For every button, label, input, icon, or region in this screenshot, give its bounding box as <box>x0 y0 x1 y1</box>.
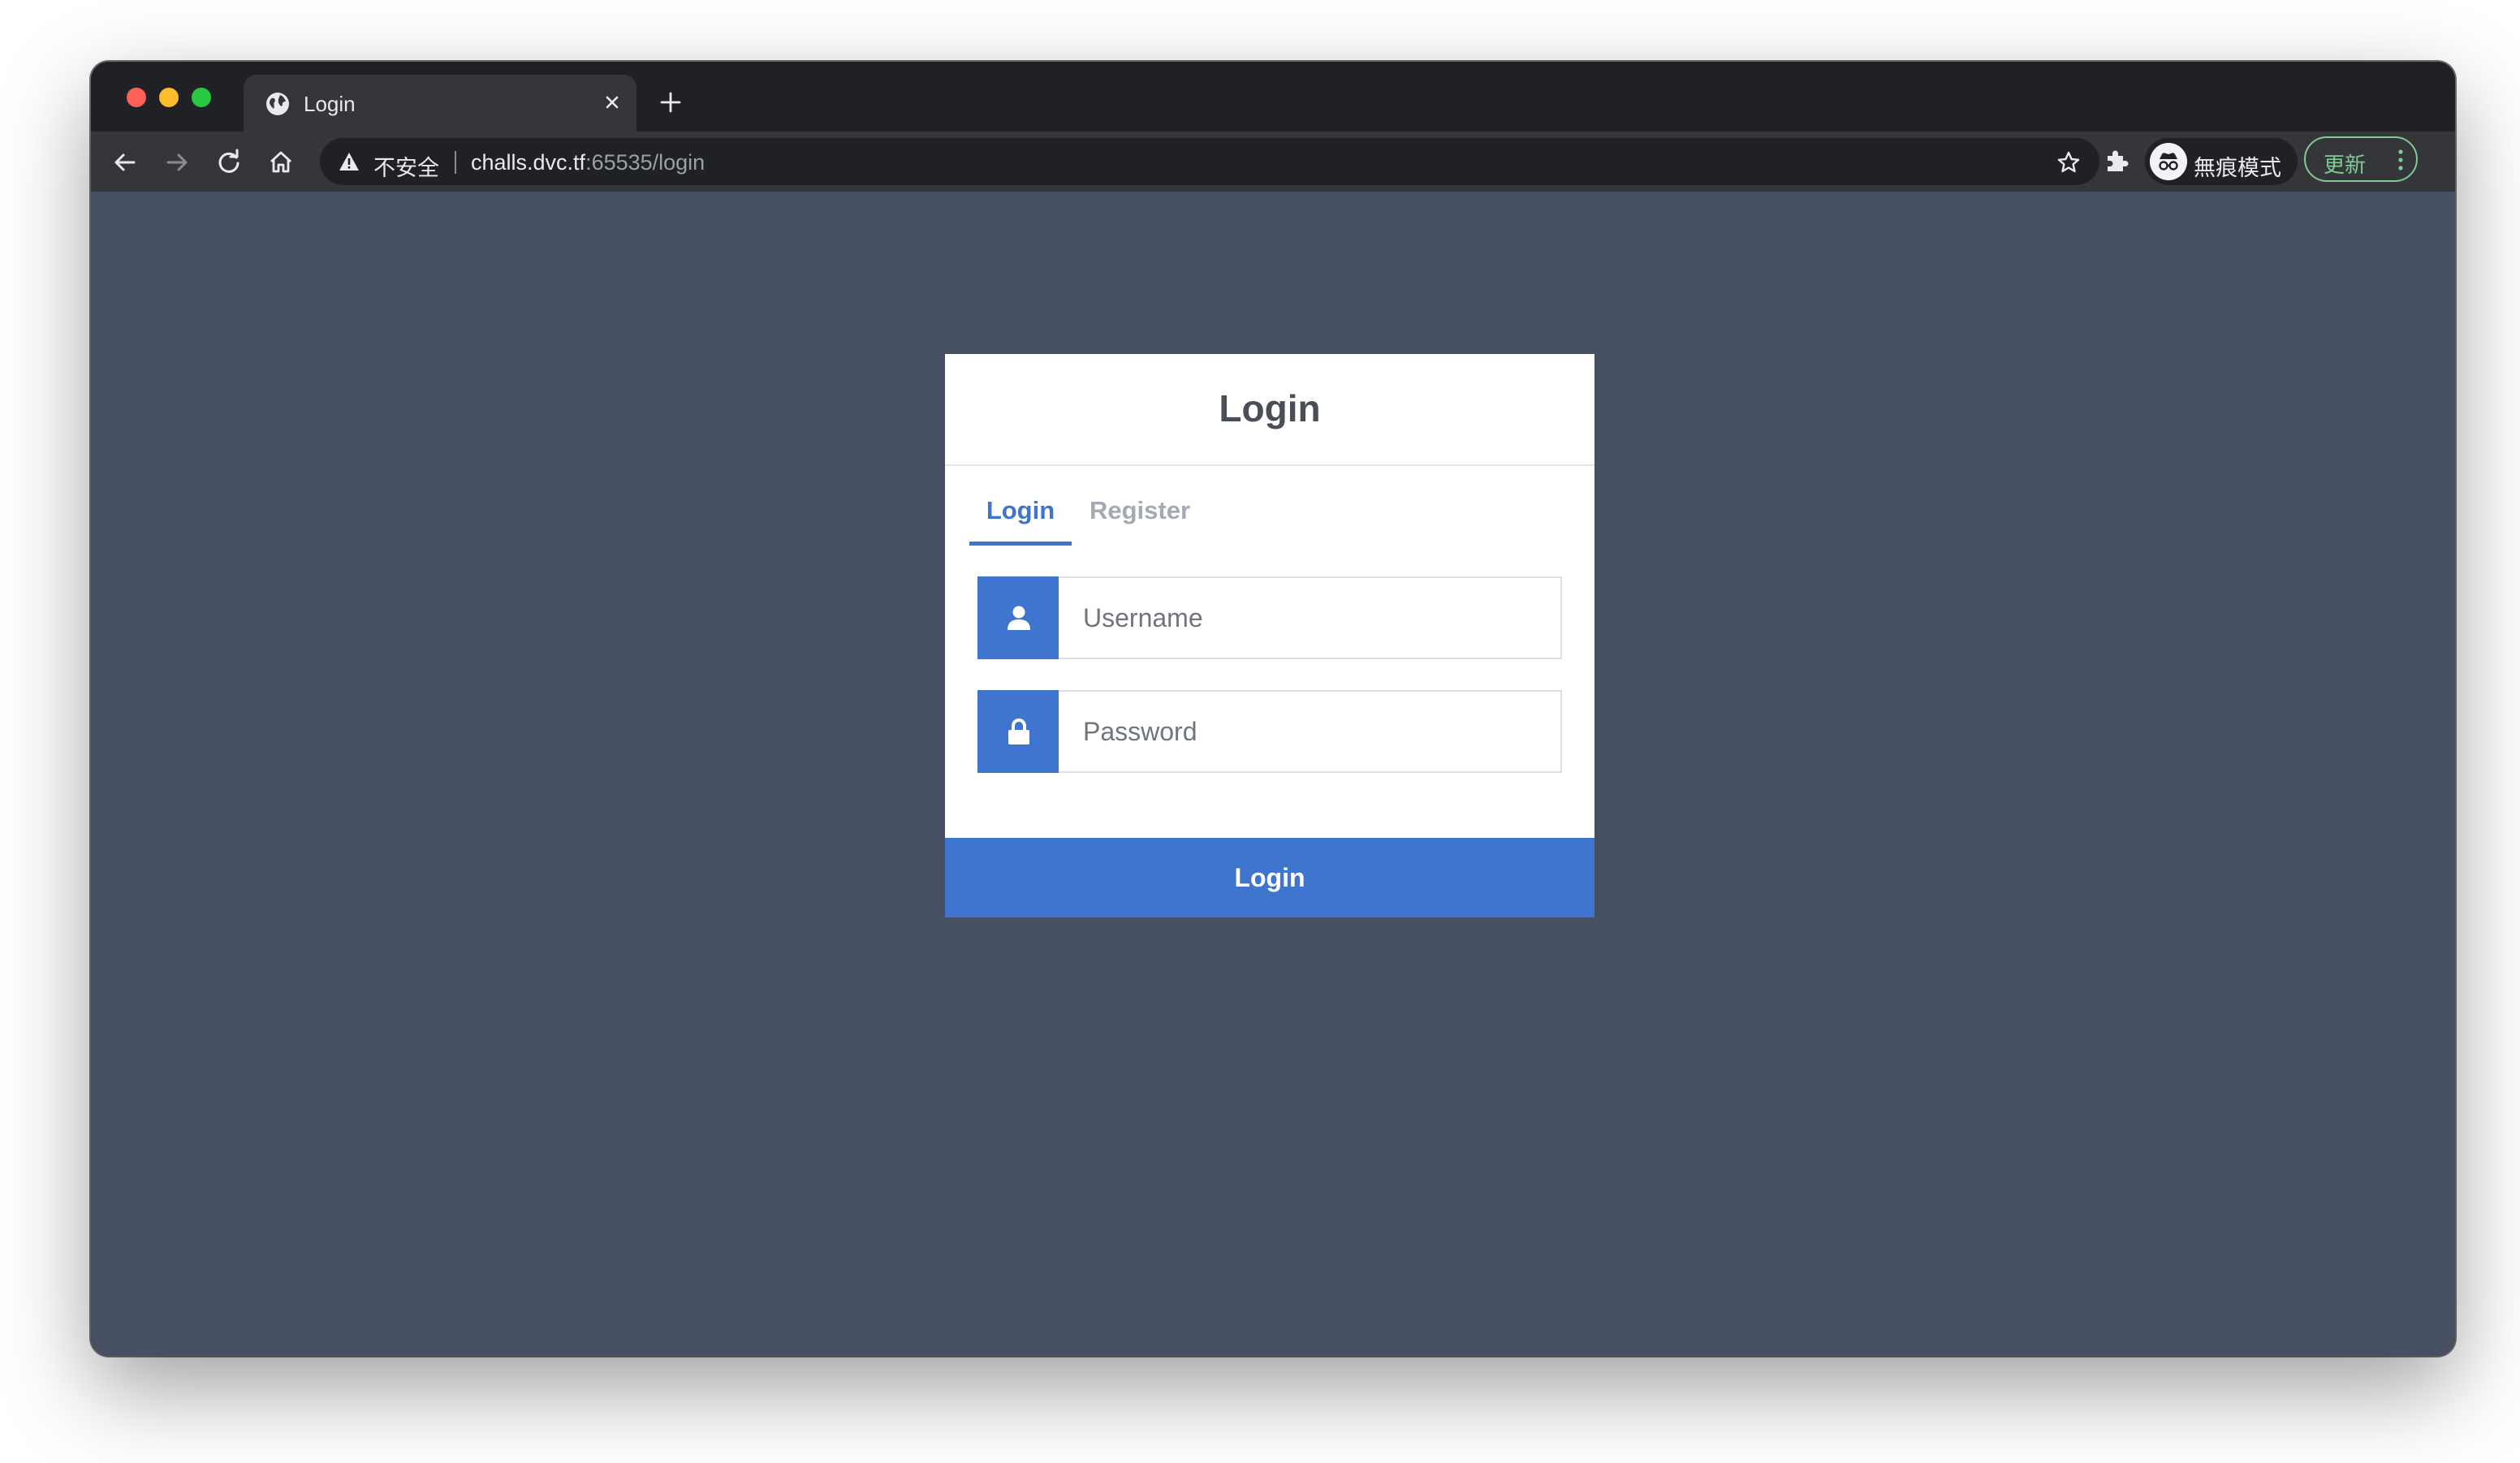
url-text[interactable]: challs.dvc.tf:65535/login <box>471 150 705 175</box>
back-icon[interactable] <box>109 146 141 179</box>
security-label[interactable]: 不安全 <box>373 150 439 182</box>
tab-login-label: Login <box>986 496 1055 524</box>
tab-register[interactable]: Register <box>1083 492 1197 546</box>
lock-icon <box>977 690 1060 773</box>
more-icon[interactable] <box>2397 148 2405 172</box>
tab-login[interactable]: Login <box>969 492 1072 546</box>
browser-toolbar: 不安全 challs.dvc.tf:65535/login 無痕模式 更新 <box>91 132 2455 192</box>
tab-strip: Login <box>91 62 2455 132</box>
incognito-label: 無痕模式 <box>2194 156 2281 180</box>
new-tab-icon[interactable] <box>656 88 685 117</box>
browser-window: Login 不安全 challs.dvc.tf:65535/login 無痕模式… <box>91 62 2455 1356</box>
extensions-icon[interactable] <box>2099 145 2134 179</box>
divider <box>945 464 1594 466</box>
star-icon[interactable] <box>2056 149 2082 175</box>
url-host: challs.dvc.tf <box>471 150 586 175</box>
globe-icon <box>266 93 289 115</box>
forward-icon[interactable] <box>161 146 193 179</box>
minimize-window-button[interactable] <box>159 88 179 107</box>
page-content: Login Login Register Username Login <box>91 192 2455 1356</box>
page-title: Login <box>1219 387 1321 429</box>
incognito-profile-button[interactable]: 無痕模式 <box>2145 138 2298 185</box>
address-bar[interactable]: 不安全 challs.dvc.tf:65535/login <box>320 138 2099 185</box>
user-icon <box>977 576 1060 659</box>
password-input[interactable] <box>1059 690 1562 773</box>
tab-title: Login <box>304 92 356 116</box>
maximize-window-button[interactable] <box>192 88 211 107</box>
warning-icon[interactable] <box>338 150 360 173</box>
username-input[interactable] <box>1059 576 1562 659</box>
password-field <box>977 690 1562 773</box>
reload-icon[interactable] <box>213 146 245 179</box>
url-path: :65535/login <box>585 150 706 175</box>
browser-tab[interactable]: Login <box>244 75 636 132</box>
tab-register-label: Register <box>1089 496 1191 524</box>
close-icon[interactable] <box>599 89 625 115</box>
incognito-icon <box>2150 143 2187 180</box>
update-button[interactable]: 更新 <box>2304 136 2418 182</box>
separator <box>455 151 456 174</box>
home-icon[interactable] <box>265 146 297 179</box>
username-field <box>977 576 1562 659</box>
login-button[interactable]: Login <box>945 838 1594 917</box>
close-window-button[interactable] <box>127 88 146 107</box>
update-label: 更新 <box>2324 153 2367 177</box>
login-card: Login Login Register Username Login <box>945 354 1594 917</box>
